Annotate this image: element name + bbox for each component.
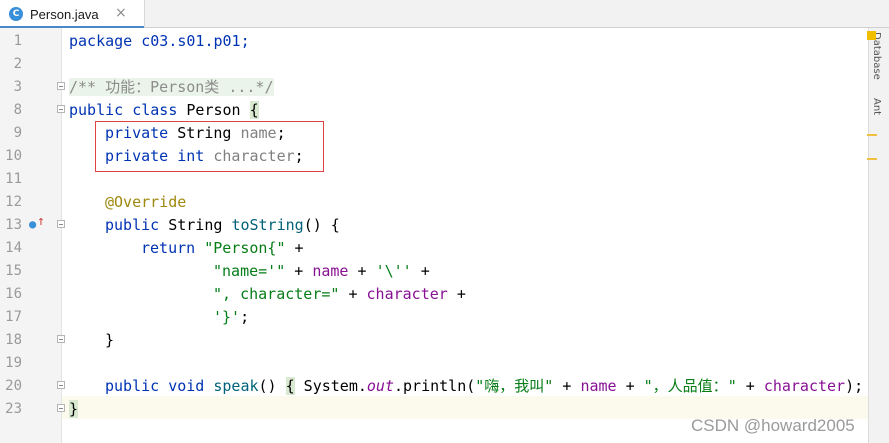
code-line-12: @Override <box>105 193 187 211</box>
java-class-icon: C <box>9 7 23 21</box>
code-line-15: "name='" + name + '\'' + <box>213 262 430 280</box>
ant-tool-tab[interactable]: Ant <box>871 98 882 115</box>
line-number: 14 <box>5 240 22 256</box>
line-number: 17 <box>5 309 22 325</box>
line-number: 10 <box>5 148 22 164</box>
code-line-20: public void speak() { System.out.println… <box>105 377 864 395</box>
line-number: 23 <box>5 401 22 417</box>
tab-person-java[interactable]: C Person.java × <box>0 0 145 29</box>
code-line-17: '}'; <box>213 308 250 326</box>
line-number: 8 <box>13 102 22 118</box>
code-line-1: package c03.s01.p01; <box>69 32 250 50</box>
right-tool-strip: Database Ant <box>868 28 889 443</box>
line-number: 19 <box>5 355 22 371</box>
line-number: 1 <box>13 33 22 49</box>
line-number: 2 <box>13 56 22 72</box>
fold-toggle[interactable] <box>57 82 65 90</box>
close-icon[interactable]: × <box>115 5 127 21</box>
code-line-16: ", character=" + character + <box>213 285 466 303</box>
line-number: 11 <box>5 171 22 187</box>
editor-tab-bar: C Person.java × <box>0 0 889 29</box>
line-number: 12 <box>5 194 22 210</box>
warning-stripe[interactable] <box>867 134 877 136</box>
code-line-8: public class Person { <box>69 101 259 119</box>
override-method-icon[interactable]: ● <box>29 218 36 230</box>
line-number: 3 <box>13 79 22 95</box>
fold-toggle[interactable] <box>57 105 65 113</box>
code-line-14: return "Person{" + <box>141 239 304 257</box>
line-number: 15 <box>5 263 22 279</box>
fold-toggle[interactable] <box>57 404 65 412</box>
tab-label: Person.java <box>30 7 99 22</box>
line-number: 20 <box>5 378 22 394</box>
warning-stripe[interactable] <box>867 158 877 160</box>
code-line-23: } <box>69 400 79 418</box>
warning-indicator[interactable] <box>867 31 876 40</box>
fold-toggle[interactable] <box>57 220 65 228</box>
fold-toggle[interactable] <box>57 381 65 389</box>
highlight-box <box>95 121 324 172</box>
line-number: 18 <box>5 332 22 348</box>
code-line-18: } <box>105 331 115 349</box>
watermark: CSDN @howard2005 <box>691 416 855 435</box>
code-line-13: public String toString() { <box>105 216 340 234</box>
code-line-3: /** 功能：Person类 ...*/ <box>69 78 274 96</box>
fold-toggle[interactable] <box>57 335 65 343</box>
line-number: 16 <box>5 286 22 302</box>
line-number: 9 <box>13 125 22 141</box>
line-number: 13 <box>5 217 22 233</box>
arrow-up-icon: ↑ <box>37 214 45 229</box>
